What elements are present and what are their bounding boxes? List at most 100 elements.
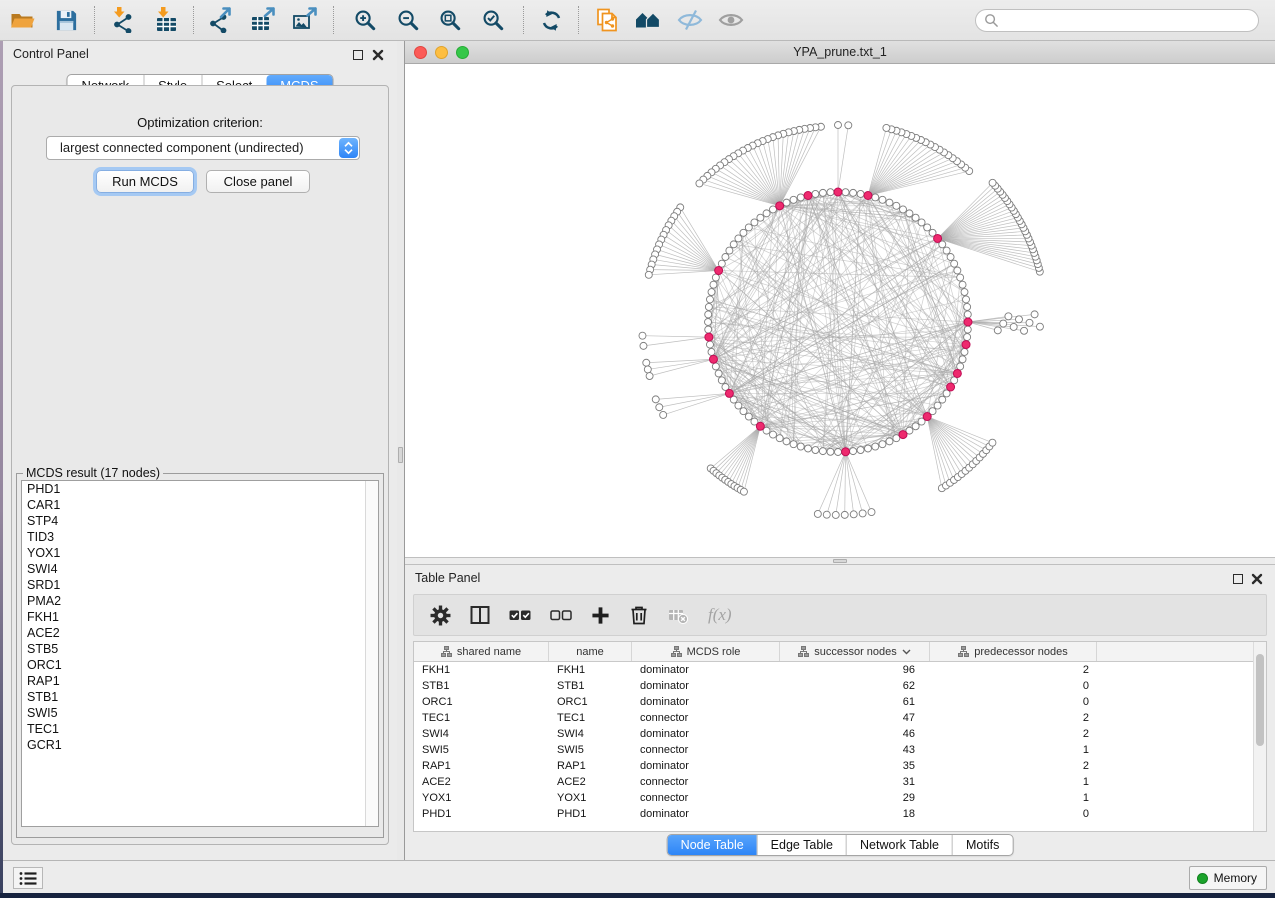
close-panel-icon[interactable] — [372, 49, 384, 61]
mcds-result-item[interactable]: SWI5 — [22, 705, 378, 721]
deselect-all-button[interactable] — [550, 607, 572, 623]
refresh-layout-button[interactable] — [533, 3, 569, 37]
table-row[interactable]: SWI4SWI4dominator462 — [414, 726, 1266, 742]
zoom-out-button[interactable] — [390, 3, 426, 37]
table-cell: YOX1 — [549, 790, 632, 806]
column-label: shared name — [457, 646, 521, 658]
table-cell: 2 — [930, 662, 1097, 678]
table-settings-button[interactable] — [430, 605, 451, 626]
column-header-name[interactable]: name — [549, 642, 632, 661]
mcds-result-item[interactable]: STB1 — [22, 689, 378, 705]
splitter-handle[interactable] — [398, 447, 403, 463]
table-cell: connector — [632, 790, 780, 806]
tab-motifs[interactable]: Motifs — [952, 835, 1012, 855]
home-networks-button[interactable] — [630, 3, 666, 37]
criterion-dropdown[interactable]: largest connected component (undirected) — [46, 136, 360, 160]
table-row[interactable]: FKH1FKH1dominator962 — [414, 662, 1266, 678]
delete-column-button[interactable] — [668, 606, 689, 625]
table-row[interactable]: PHD1PHD1dominator180 — [414, 806, 1266, 822]
table-cell: dominator — [632, 662, 780, 678]
search-input[interactable] — [999, 12, 1258, 30]
toolbar-separator — [578, 6, 579, 34]
tab-network-table[interactable]: Network Table — [846, 835, 952, 855]
import-network-button[interactable] — [104, 3, 140, 37]
close-panel-icon[interactable] — [1251, 573, 1263, 585]
mcds-result-item[interactable]: STP4 — [22, 513, 378, 529]
table-cell: TEC1 — [414, 710, 549, 726]
network-canvas[interactable] — [405, 64, 1275, 557]
float-panel-icon[interactable] — [1233, 574, 1243, 584]
float-panel-icon[interactable] — [353, 50, 363, 60]
mcds-result-item[interactable]: ACE2 — [22, 625, 378, 641]
mcds-result-item[interactable]: ORC1 — [22, 657, 378, 673]
ndex-document-button[interactable] — [589, 3, 625, 37]
memory-button[interactable]: Memory — [1189, 866, 1267, 890]
mcds-result-item[interactable]: CAR1 — [22, 497, 378, 513]
export-network-button[interactable] — [202, 3, 238, 37]
save-session-button[interactable] — [48, 3, 84, 37]
mcds-result-item[interactable]: FKH1 — [22, 609, 378, 625]
tab-node-table[interactable]: Node Table — [668, 835, 757, 855]
zoom-fit-button[interactable] — [432, 3, 468, 37]
mcds-result-list[interactable]: PHD1CAR1STP4TID3YOX1SWI4SRD1PMA2FKH1ACE2… — [21, 480, 379, 827]
show-columns-button[interactable] — [470, 605, 490, 625]
table-row[interactable]: RAP1RAP1dominator352 — [414, 758, 1266, 774]
table-row[interactable]: ACE2ACE2connector311 — [414, 774, 1266, 790]
tab-edge-table[interactable]: Edge Table — [757, 835, 846, 855]
hide-selected-button[interactable] — [672, 3, 708, 37]
table-cell: ACE2 — [414, 774, 549, 790]
mcds-result-item[interactable]: SWI4 — [22, 561, 378, 577]
tree-icon — [441, 646, 452, 657]
table-row[interactable]: STB1STB1dominator620 — [414, 678, 1266, 694]
table-scrollbar[interactable] — [1253, 642, 1266, 831]
select-all-button[interactable] — [509, 607, 531, 623]
delete-button[interactable] — [629, 605, 649, 625]
export-table-icon — [250, 7, 276, 33]
horizontal-splitter[interactable] — [405, 557, 1275, 565]
mcds-result-item[interactable]: TID3 — [22, 529, 378, 545]
add-column-button[interactable] — [591, 606, 610, 625]
mcds-result-item[interactable]: PHD1 — [22, 481, 378, 497]
scrollbar-thumb[interactable] — [1256, 654, 1264, 746]
mcds-result-item[interactable]: PMA2 — [22, 593, 378, 609]
table-cell: dominator — [632, 678, 780, 694]
mcds-result-item[interactable]: TEC1 — [22, 721, 378, 737]
mcds-result-item[interactable]: SRD1 — [22, 577, 378, 593]
zoom-selected-button[interactable] — [475, 3, 511, 37]
table-row[interactable]: SWI5SWI5connector431 — [414, 742, 1266, 758]
zoom-in-button[interactable] — [347, 3, 383, 37]
run-mcds-button[interactable]: Run MCDS — [96, 170, 194, 193]
function-builder-button[interactable]: f(x) — [708, 605, 732, 625]
optimization-criterion-label: Optimization criterion: — [12, 115, 388, 130]
network-title: YPA_prune.txt_1 — [405, 41, 1275, 63]
import-table-button[interactable] — [148, 3, 184, 37]
search-box[interactable] — [975, 9, 1259, 32]
table-row[interactable]: YOX1YOX1connector291 — [414, 790, 1266, 806]
tree-icon — [958, 646, 969, 657]
column-header-shared-name[interactable]: shared name — [414, 642, 549, 661]
show-all-button[interactable] — [713, 3, 749, 37]
table-cell: PHD1 — [549, 806, 632, 822]
table-panel: Table Panel — [405, 565, 1275, 860]
table-row[interactable]: TEC1TEC1connector472 — [414, 710, 1266, 726]
zoom-fit-icon — [438, 8, 463, 33]
export-image-button[interactable] — [287, 3, 323, 37]
splitter-handle[interactable] — [833, 559, 847, 563]
export-table-button[interactable] — [245, 3, 281, 37]
task-history-button[interactable] — [13, 867, 43, 889]
table-row[interactable]: ORC1ORC1dominator610 — [414, 694, 1266, 710]
mcds-list-scrollbar[interactable] — [365, 481, 378, 826]
column-header-predecessor-nodes[interactable]: predecessor nodes — [930, 642, 1097, 661]
mcds-result-item[interactable]: STB5 — [22, 641, 378, 657]
import-network-icon — [109, 7, 135, 33]
mcds-result-item[interactable]: RAP1 — [22, 673, 378, 689]
column-header-mcds-role[interactable]: MCDS role — [632, 642, 780, 661]
open-session-button[interactable] — [4, 3, 40, 37]
table-cell: 46 — [780, 726, 930, 742]
close-panel-button[interactable]: Close panel — [206, 170, 310, 193]
mcds-result-item[interactable]: GCR1 — [22, 737, 378, 753]
column-header-successor-nodes[interactable]: successor nodes — [780, 642, 930, 661]
list-icon — [19, 871, 37, 886]
mcds-result-item[interactable]: YOX1 — [22, 545, 378, 561]
vertical-splitter[interactable] — [397, 41, 405, 860]
